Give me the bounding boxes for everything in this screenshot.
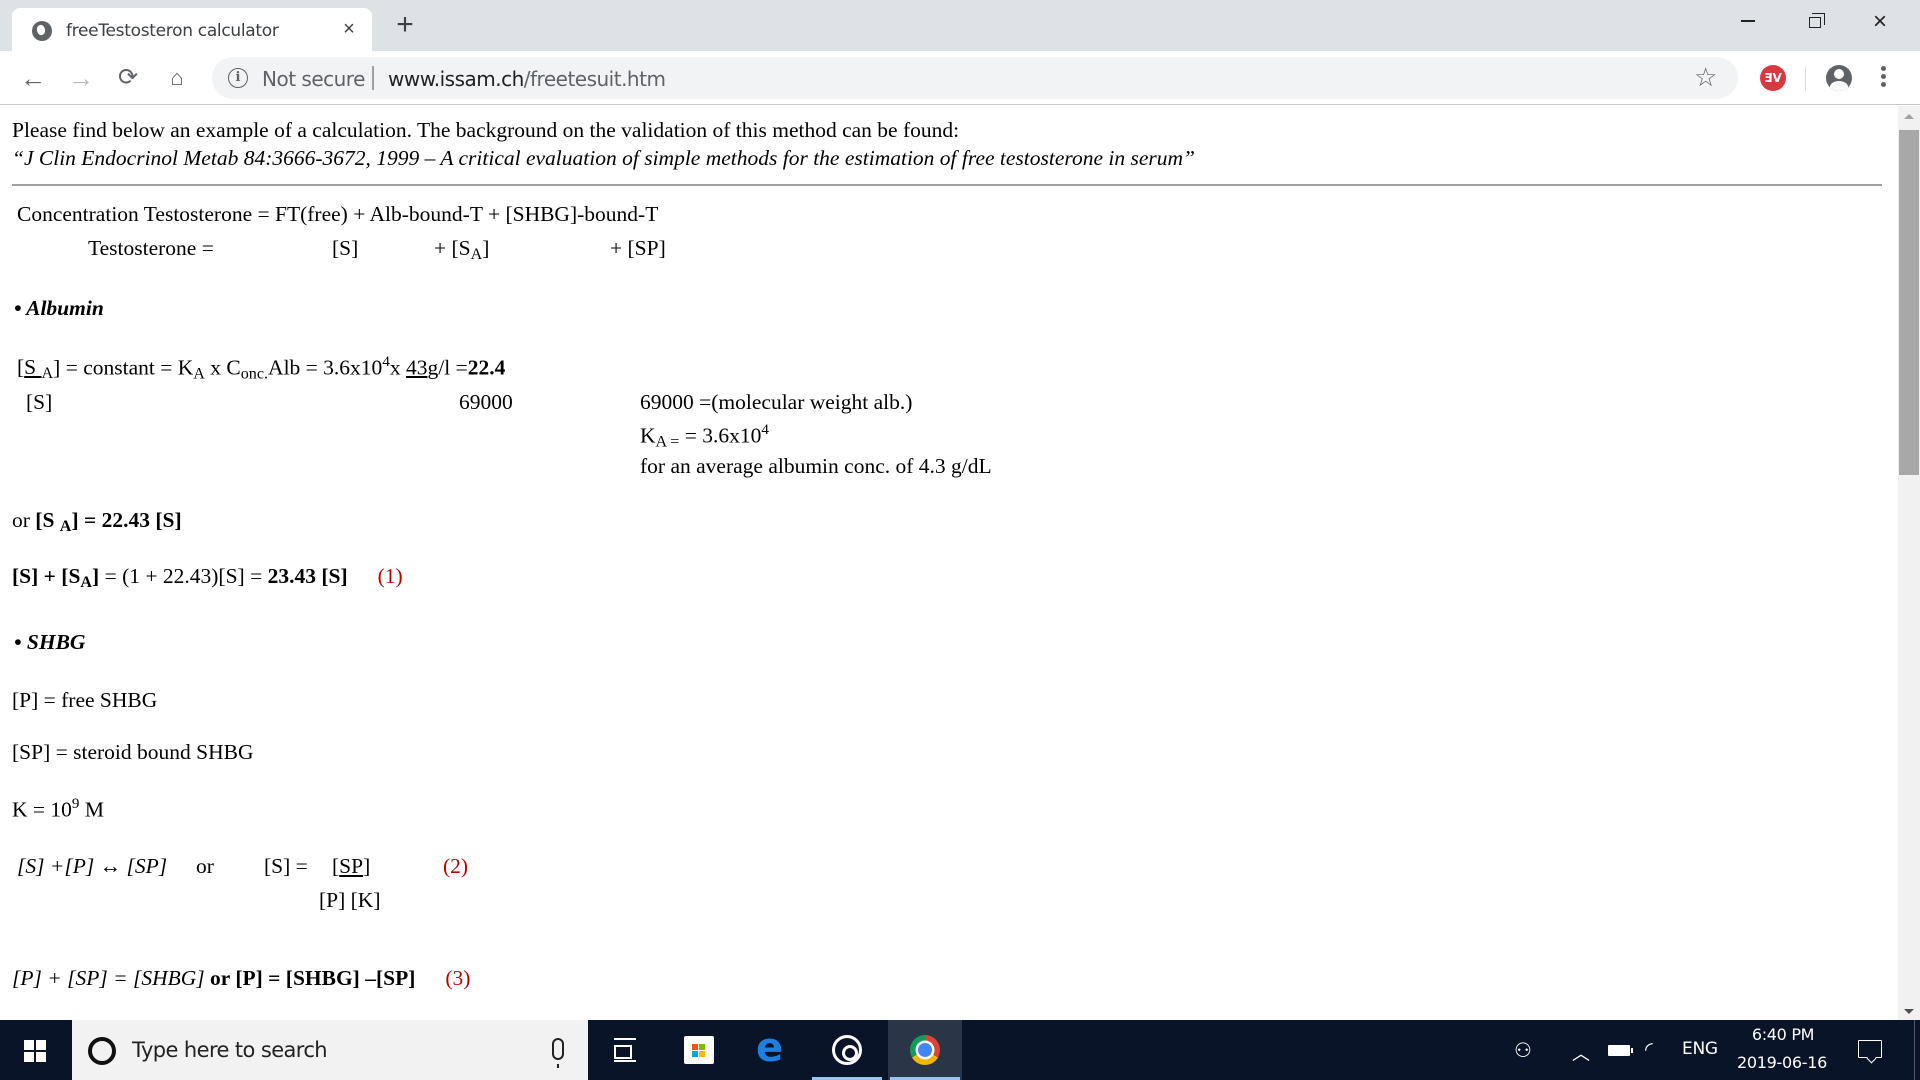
start-button[interactable]: [0, 1020, 72, 1080]
page-content: Please find below an example of a calcul…: [0, 106, 1898, 1020]
windows-logo-icon: [24, 1040, 46, 1062]
groove-music-button[interactable]: [810, 1020, 884, 1080]
edge-button[interactable]: e: [736, 1020, 810, 1080]
reload-button[interactable]: ⟳: [113, 63, 143, 93]
bullet: •: [14, 296, 22, 320]
tab-title: freeTestosteron calculator: [66, 21, 279, 41]
note-ka: KA = = 3.6x104: [640, 422, 769, 451]
microsoft-store-button[interactable]: [662, 1020, 736, 1080]
chevron-up-icon[interactable]: ︿: [1572, 1040, 1590, 1066]
note-molecular-weight: 69000 =(molecular weight alb.): [640, 390, 913, 414]
omnibox-separator: [372, 66, 374, 90]
globe-icon: [32, 21, 52, 41]
free-s-equation-label: [S] =: [264, 854, 308, 878]
info-icon[interactable]: i: [228, 68, 248, 88]
toolbar-separator: [1805, 67, 1806, 91]
task-view-button[interactable]: [588, 1020, 662, 1080]
binding-reaction: [S] +[P] ↔ [SP]: [17, 854, 168, 878]
action-center-icon[interactable]: [1858, 1040, 1882, 1058]
tab-active[interactable]: freeTestosteron calculator ×: [12, 8, 372, 51]
definition-free-shbg: [P] = free SHBG: [12, 688, 158, 712]
security-label[interactable]: Not secure: [262, 67, 365, 91]
bullet: •: [14, 630, 22, 654]
expressvpn-extension-icon[interactable]: ƎV: [1760, 65, 1786, 91]
intro-text: Please find below an example of a calcul…: [12, 118, 960, 142]
scroll-down-arrow-icon[interactable]: [1904, 1009, 1914, 1014]
taskbar-search-box[interactable]: Type here to search: [72, 1020, 588, 1080]
chrome-icon: [910, 1035, 940, 1065]
binding-constant: K = 109 M: [12, 796, 104, 822]
citation-text: “J Clin Endocrinol Metab 84:3666-3672, 1…: [12, 146, 1195, 170]
albumin-ratio-equation: [[SS A] = constant = KA x Conc.Alb = 3.6…: [17, 354, 506, 383]
albumin-ratio-denominator: [S]: [26, 390, 53, 414]
back-button[interactable]: ←: [18, 63, 48, 93]
home-button[interactable]: ⌂: [162, 63, 192, 93]
forward-button[interactable]: →: [66, 63, 96, 93]
browser-toolbar: ← → ⟳ ⌂ i Not secure www.issam.ch/freete…: [0, 51, 1920, 105]
url-host: www.issam.ch: [388, 67, 524, 91]
wifi-icon[interactable]: ◜: [1645, 1037, 1653, 1061]
albumin-heading: • Albumin: [14, 296, 104, 320]
equation-3: [P] + [SP] = [SHBG] or [P] = [SHBG] –[SP…: [12, 966, 471, 990]
molecular-weight-denominator: 69000: [459, 390, 513, 414]
new-tab-button[interactable]: +: [390, 10, 420, 40]
horizontal-rule: [12, 184, 1882, 186]
cortana-icon: [88, 1037, 116, 1065]
minimize-button[interactable]: [1715, 0, 1781, 44]
equation-number-2: (2): [443, 854, 469, 878]
term-shbg-bound: + [SP]: [610, 236, 666, 260]
minimize-icon: [1741, 20, 1755, 22]
term-free-s: [S]: [332, 236, 359, 260]
language-indicator[interactable]: ENG: [1682, 1039, 1718, 1059]
url-path: /freetesuit.htm: [523, 67, 666, 91]
testosterone-label: Testosterone =: [88, 236, 214, 260]
equation-1: [S] + [SA] = (1 + 22.43)[S] = 23.43 [S](…: [12, 564, 403, 592]
close-icon: ×: [1873, 8, 1888, 35]
total-concentration-equation: Concentration Testosterone = FT(free) + …: [17, 202, 659, 226]
more-menu-icon[interactable]: [1878, 64, 1888, 92]
microphone-icon[interactable]: [552, 1038, 564, 1068]
chrome-button[interactable]: [888, 1020, 962, 1080]
fraction-numerator: [SP]: [332, 854, 371, 878]
clock-date[interactable]: 2019-06-16: [1734, 1053, 1830, 1072]
edge-icon: e: [756, 1025, 784, 1071]
show-desktop-button[interactable]: [1914, 1020, 1920, 1080]
profile-avatar-icon[interactable]: [1826, 65, 1852, 91]
search-placeholder: Type here to search: [132, 1038, 328, 1062]
scrollbar-thumb[interactable]: [1899, 130, 1919, 475]
or-label: or: [196, 854, 214, 878]
albumin-bound-result: or [S A] = 22.43 [S]: [12, 508, 182, 536]
restore-icon: [1809, 13, 1825, 28]
restore-button[interactable]: [1783, 0, 1849, 44]
store-icon: [684, 1036, 714, 1064]
scroll-up-arrow-icon[interactable]: [1904, 114, 1914, 119]
clock-time[interactable]: 6:40 PM: [1750, 1025, 1816, 1044]
windows-taskbar: Type here to search e ⚇ ︿ ◜ ENG 6:40 PM …: [0, 1020, 1920, 1080]
close-window-button[interactable]: ×: [1851, 0, 1917, 44]
equation-number-3: (3): [445, 966, 471, 990]
definition-steroid-bound-shbg: [SP] = steroid bound SHBG: [12, 740, 254, 764]
note-average-albumin: for an average albumin conc. of 4.3 g/dL: [640, 454, 992, 478]
address-bar[interactable]: i Not secure www.issam.ch/freetesuit.htm…: [212, 57, 1738, 99]
term-albumin-bound: + [SA]: [434, 236, 490, 264]
fraction-denominator: [P] [K]: [319, 888, 381, 912]
shbg-heading: • SHBG: [14, 630, 86, 654]
vertical-scrollbar[interactable]: [1898, 106, 1920, 1020]
battery-icon[interactable]: [1608, 1045, 1633, 1056]
bookmark-star-icon[interactable]: ☆: [1694, 62, 1717, 93]
task-view-icon: [614, 1038, 636, 1062]
url-text[interactable]: www.issam.ch/freetesuit.htm: [388, 67, 666, 91]
people-icon[interactable]: ⚇: [1514, 1038, 1532, 1062]
tab-strip: freeTestosteron calculator × + ×: [0, 0, 1920, 51]
groove-music-icon: [832, 1035, 862, 1065]
tab-close-button[interactable]: ×: [336, 16, 362, 42]
equation-number-1: (1): [377, 564, 403, 588]
